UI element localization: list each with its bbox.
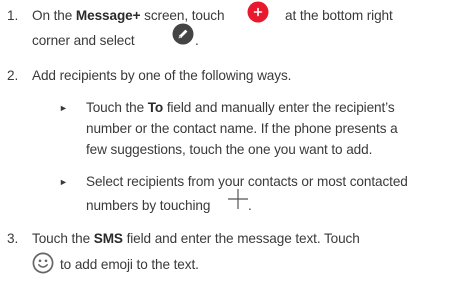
plus-icon xyxy=(228,189,248,209)
step-number: 2. xyxy=(7,68,19,83)
compose-icon xyxy=(172,23,194,45)
bullet-2-line-2: numbers by touching xyxy=(86,198,211,213)
period: . xyxy=(195,33,199,48)
text: Touch the xyxy=(32,231,94,246)
field-name: To xyxy=(147,100,164,115)
app-name: Message+ xyxy=(75,8,141,23)
add-icon xyxy=(247,1,269,23)
bullet-arrow: ► xyxy=(59,103,68,113)
step-1-line-2: corner and select xyxy=(32,33,135,48)
step-3-line-2: to add emoji to the text. xyxy=(60,257,199,272)
step-2-line-1: Add recipients by one of the following w… xyxy=(32,68,292,83)
bullet-1-line-1: Touch the To field and manually enter th… xyxy=(86,99,395,117)
step-3-line-1: Touch the SMS field and enter the messag… xyxy=(32,230,360,248)
text: screen, touch xyxy=(140,8,225,23)
bullet-arrow: ► xyxy=(59,177,68,187)
step-number: 1. xyxy=(7,8,19,23)
smiley-icon xyxy=(32,252,54,274)
text: field and manually enter the recipient’s xyxy=(163,100,395,115)
text: field and enter the message text. Touch xyxy=(122,231,360,246)
bullet-1-line-2: number or the contact name. If the phone… xyxy=(86,121,398,136)
period: . xyxy=(248,198,252,213)
text: On the xyxy=(32,8,76,23)
bullet-1-line-3: few suggestions, touch the one you want … xyxy=(86,142,373,157)
field-name: SMS xyxy=(93,231,123,246)
step-1-line-1-end: at the bottom right xyxy=(285,8,393,23)
step-1-line-1: On the Message+ screen, touch xyxy=(32,7,225,25)
step-number: 3. xyxy=(7,231,19,246)
text: Touch the xyxy=(86,100,148,115)
